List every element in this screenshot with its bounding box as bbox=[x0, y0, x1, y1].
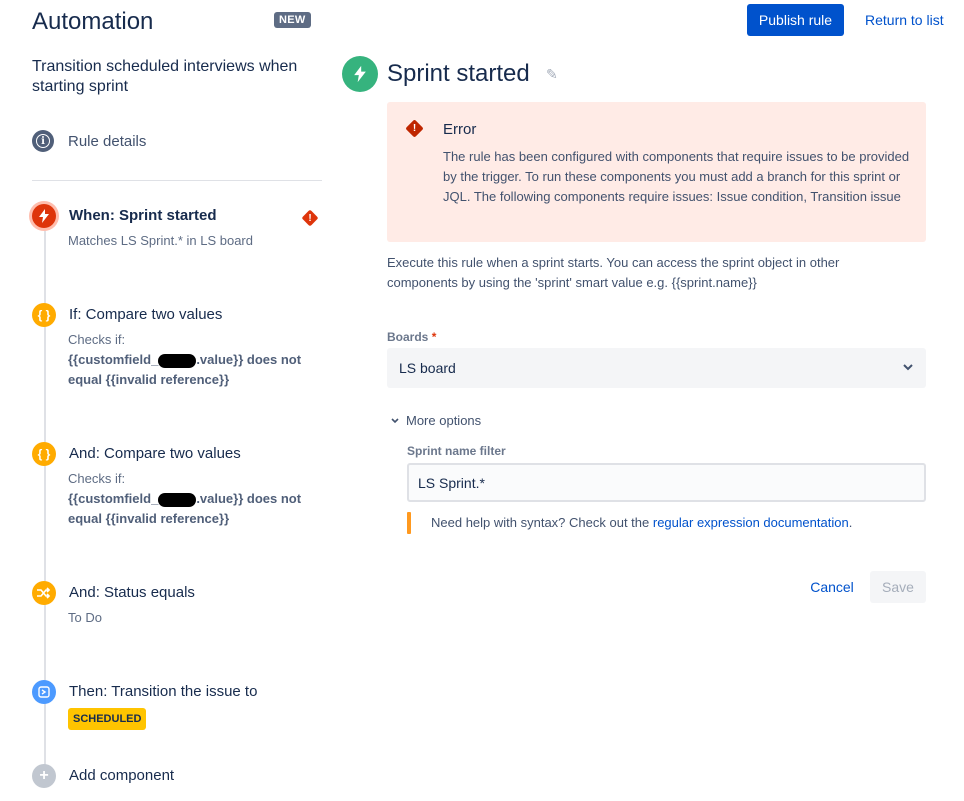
pencil-icon[interactable]: ✎ bbox=[546, 66, 558, 83]
more-options-toggle[interactable]: More options bbox=[390, 413, 481, 428]
new-badge: NEW bbox=[274, 12, 311, 28]
error-banner: ! Error The rule has been configured wit… bbox=[387, 102, 926, 242]
component-condition-2[interactable]: { } And: Compare two values Checks if: {… bbox=[32, 442, 322, 532]
rule-details-label: Rule details bbox=[68, 132, 147, 150]
component-trigger[interactable]: When: Sprint started ! Matches LS Sprint… bbox=[32, 204, 322, 254]
plus-icon: + bbox=[32, 764, 56, 788]
component-title: When: Sprint started bbox=[69, 207, 217, 224]
help-accent-bar bbox=[407, 512, 411, 534]
add-component-button[interactable]: + Add component bbox=[32, 764, 322, 790]
component-condition-1[interactable]: { } If: Compare two values Checks if: {{… bbox=[32, 303, 322, 393]
checks-label: Checks if: bbox=[68, 332, 126, 347]
expression-part1: {{customfield_ bbox=[68, 491, 159, 506]
component-title: And: Status equals bbox=[69, 584, 195, 601]
component-title: If: Compare two values bbox=[69, 306, 223, 323]
transition-icon bbox=[32, 680, 56, 704]
braces-icon: { } bbox=[32, 442, 56, 466]
boards-label: Boards * bbox=[387, 330, 436, 344]
trigger-description: Execute this rule when a sprint starts. … bbox=[387, 255, 840, 290]
error-title: Error bbox=[443, 121, 477, 138]
component-title: And: Compare two values bbox=[69, 445, 241, 462]
component-action[interactable]: Then: Transition the issue to SCHEDULED bbox=[32, 680, 322, 730]
save-button[interactable]: Save bbox=[870, 571, 926, 603]
regex-docs-link[interactable]: regular expression documentation bbox=[653, 515, 849, 530]
component-condition-3[interactable]: And: Status equals To Do bbox=[32, 581, 322, 631]
braces-icon: { } bbox=[32, 303, 56, 327]
sprint-filter-label: Sprint name filter bbox=[407, 444, 506, 458]
rule-name[interactable]: Transition scheduled interviews when sta… bbox=[32, 57, 317, 97]
chevron-down-icon bbox=[903, 364, 913, 371]
redaction-mark bbox=[158, 492, 197, 507]
help-text: Need help with syntax? Check out the reg… bbox=[431, 515, 852, 530]
component-subtitle: Matches LS Sprint.* in LS board bbox=[68, 233, 253, 248]
boards-label-text: Boards bbox=[387, 330, 429, 344]
divider bbox=[32, 180, 322, 181]
chevron-down-icon bbox=[391, 417, 399, 423]
help-prefix: Need help with syntax? Check out the bbox=[431, 515, 653, 530]
cancel-button[interactable]: Cancel bbox=[800, 571, 864, 603]
boards-select[interactable]: LS board bbox=[387, 348, 926, 388]
component-subtitle: To Do bbox=[68, 610, 102, 625]
app-title: Automation bbox=[32, 8, 154, 35]
publish-rule-button[interactable]: Publish rule bbox=[747, 4, 844, 36]
error-message: The rule has been configured with compon… bbox=[443, 149, 910, 204]
expression-part1: {{customfield_ bbox=[68, 352, 159, 367]
sprint-filter-input[interactable] bbox=[407, 463, 926, 502]
required-marker: * bbox=[431, 330, 437, 344]
component-subtitle: Checks if: {{customfield_ .value}} does n… bbox=[68, 330, 322, 390]
component-subtitle: Checks if: {{customfield_ .value}} does n… bbox=[68, 469, 322, 529]
component-status: SCHEDULED bbox=[68, 708, 322, 730]
redaction-mark bbox=[158, 353, 197, 368]
error-icon: ! bbox=[405, 119, 424, 138]
more-options-label: More options bbox=[406, 413, 482, 428]
lightning-icon bbox=[342, 56, 378, 92]
help-suffix: . bbox=[848, 515, 853, 530]
shuffle-icon bbox=[32, 581, 56, 605]
panel-title: Sprint started bbox=[387, 60, 530, 87]
add-component-label: Add component bbox=[69, 767, 175, 784]
boards-select-value: LS board bbox=[399, 360, 456, 376]
component-title: Then: Transition the issue to bbox=[69, 683, 258, 700]
info-icon: i bbox=[32, 130, 54, 152]
error-icon: ! bbox=[301, 209, 319, 227]
rule-details-item[interactable]: i Rule details bbox=[32, 130, 146, 152]
checks-label: Checks if: bbox=[68, 471, 126, 486]
lightning-icon bbox=[32, 204, 56, 228]
status-lozenge: SCHEDULED bbox=[68, 708, 147, 730]
return-to-list-link[interactable]: Return to list bbox=[865, 12, 944, 28]
